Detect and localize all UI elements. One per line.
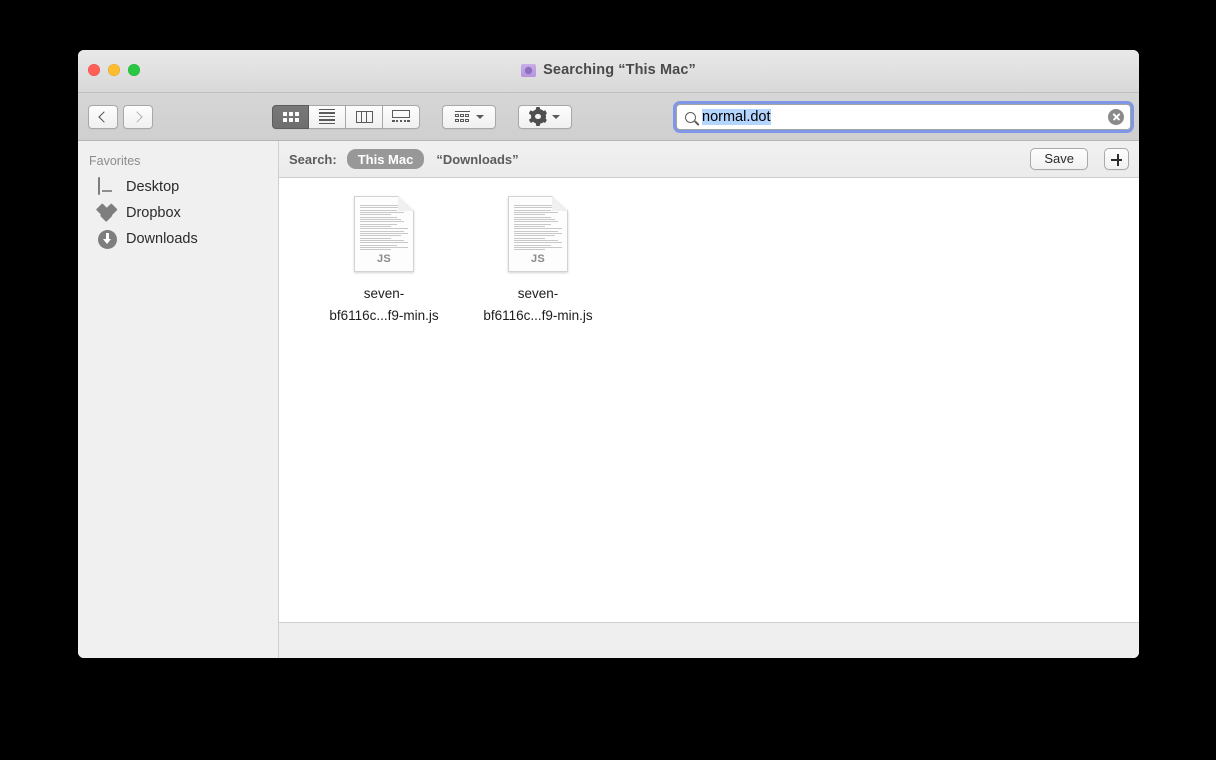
clear-search-button[interactable] (1108, 109, 1124, 125)
file-name-line1: seven- (363, 286, 405, 301)
add-search-criteria-button[interactable] (1104, 148, 1129, 170)
file-name-line2: bf6116c...f9-min.js (483, 307, 593, 323)
desktop-icon (98, 176, 117, 197)
toolbar: normal.dot (78, 93, 1139, 141)
js-document-icon: JS (354, 196, 414, 272)
content-area: Search: This Mac “Downloads” Save JS sev… (279, 141, 1139, 658)
sidebar-item-dropbox[interactable]: Dropbox (78, 200, 278, 226)
sidebar: Favorites Desktop Dropbox Downloads (78, 141, 279, 658)
window-title-row: Searching “This Mac” (78, 62, 1139, 78)
grid-icon (282, 111, 299, 122)
search-value: normal.dot (702, 109, 771, 125)
dropbox-icon (96, 203, 117, 223)
window-title: Searching “This Mac” (543, 62, 696, 78)
file-name-line1: seven- (517, 286, 559, 301)
file-name: seven-bf6116c...f9-min.js (309, 283, 459, 327)
title-bar[interactable]: Searching “This Mac” (78, 50, 1139, 93)
gear-icon (528, 107, 548, 126)
search-scope-label: Search: (289, 151, 337, 167)
js-document-icon: JS (508, 196, 568, 272)
icon-view-button[interactable] (272, 104, 309, 129)
file-type-badge: JS (530, 253, 546, 265)
sidebar-item-desktop[interactable]: Desktop (78, 174, 278, 200)
file-list[interactable]: JS seven-bf6116c...f9-min.js JS seven- b… (279, 178, 1139, 622)
sidebar-item-label: Desktop (126, 179, 180, 195)
search-input[interactable]: normal.dot (676, 104, 1131, 130)
window-body: Favorites Desktop Dropbox Downloads Sear… (78, 141, 1139, 658)
arrange-by-control (442, 104, 496, 129)
file-type-badge: JS (376, 253, 392, 265)
smart-folder-icon (521, 63, 537, 77)
columns-icon (355, 110, 373, 123)
view-mode-buttons (272, 104, 420, 129)
action-menu-button[interactable] (518, 104, 572, 129)
search-text: normal.dot (702, 109, 1108, 125)
chevron-down-icon (551, 114, 560, 119)
file-name-line2: bf6116c...f9-min.js (329, 307, 439, 323)
forward-button[interactable] (123, 104, 153, 129)
search-icon (685, 111, 696, 123)
chevron-down-icon (475, 114, 484, 119)
file-item[interactable]: JS seven-bf6116c...f9-min.js (307, 196, 461, 327)
arrange-icon (454, 110, 470, 123)
sidebar-item-label: Dropbox (126, 205, 181, 221)
list-view-button[interactable] (309, 104, 346, 129)
chevron-left-icon (98, 110, 110, 123)
scope-option-this-mac[interactable]: This Mac (346, 149, 425, 169)
file-name: seven-bf6116c...f9-min.js (463, 283, 613, 327)
sidebar-item-downloads[interactable]: Downloads (78, 226, 278, 252)
search-scope-bar: Search: This Mac “Downloads” Save (279, 141, 1139, 178)
arrange-by-button[interactable] (442, 104, 496, 129)
save-search-button[interactable]: Save (1030, 148, 1088, 170)
sidebar-item-label: Downloads (126, 231, 198, 247)
gallery-view-button[interactable] (383, 104, 420, 129)
search-field-wrapper: normal.dot (676, 104, 1131, 130)
column-view-button[interactable] (346, 104, 383, 129)
scope-option-downloads[interactable]: “Downloads” (434, 149, 520, 169)
navigation-buttons (88, 104, 153, 129)
chevron-right-icon (131, 110, 143, 123)
list-icon (319, 108, 335, 125)
finder-window: Searching “This Mac” normal.dot Favorite… (78, 50, 1139, 658)
downloads-icon (98, 229, 117, 249)
status-bar (279, 622, 1139, 658)
back-button[interactable] (88, 104, 118, 129)
sidebar-section-favorites: Favorites (89, 154, 141, 168)
coverflow-icon (392, 110, 410, 123)
file-item[interactable]: JS seven-bf6116c...f9-min.js (461, 196, 615, 327)
action-menu-control (518, 104, 572, 129)
